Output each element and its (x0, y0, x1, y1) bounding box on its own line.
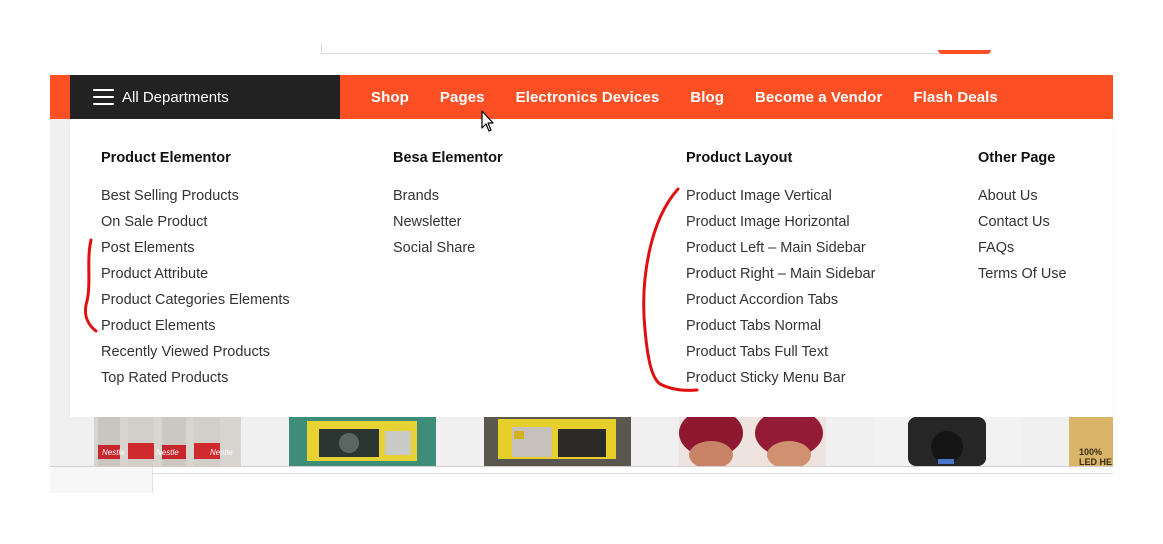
menu-link-brands[interactable]: Brands (393, 183, 503, 209)
column-title: Other Page (978, 150, 1056, 166)
main-menu: Shop Pages Electronics Devices Blog Beco… (340, 75, 998, 119)
menu-link-terms-of-use[interactable]: Terms Of Use (978, 261, 1067, 287)
menu-link-post-elements[interactable]: Post Elements (101, 235, 290, 261)
menu-item-blog[interactable]: Blog (690, 89, 724, 106)
product-thumbnail-generator-2[interactable] (484, 417, 631, 466)
hamburger-menu-icon (93, 89, 114, 105)
menu-link-best-selling-products[interactable]: Best Selling Products (101, 183, 290, 209)
menu-item-shop[interactable]: Shop (371, 89, 409, 106)
mega-column-besa-elementor: Besa Elementor Brands Newsletter Social … (393, 150, 503, 261)
bottle-label-text: Nestle (210, 448, 233, 457)
mega-column-product-layout: Product Layout Product Image Vertical Pr… (686, 150, 875, 391)
section-divider (50, 466, 1113, 467)
menu-link-product-right-main-sidebar[interactable]: Product Right – Main Sidebar (686, 261, 875, 287)
menu-link-contact-us[interactable]: Contact Us (978, 209, 1067, 235)
led-label-text: LED HE (1079, 457, 1112, 466)
all-departments-button[interactable]: All Departments (70, 75, 340, 119)
search-button-edge[interactable] (938, 50, 991, 54)
column-title: Besa Elementor (393, 150, 503, 166)
menu-link-newsletter[interactable]: Newsletter (393, 209, 503, 235)
menu-link-product-sticky-menu-bar[interactable]: Product Sticky Menu Bar (686, 365, 875, 391)
menu-link-product-left-main-sidebar[interactable]: Product Left – Main Sidebar (686, 235, 875, 261)
menu-link-product-attribute[interactable]: Product Attribute (101, 261, 290, 287)
bottle-label-text: Nestle (156, 448, 179, 457)
section-divider-2 (153, 473, 1113, 474)
menu-link-product-image-vertical[interactable]: Product Image Vertical (686, 183, 875, 209)
menu-link-product-tabs-full-text[interactable]: Product Tabs Full Text (686, 339, 875, 365)
mega-column-other-page: Other Page About Us Contact Us FAQs Term… (978, 150, 1067, 287)
menu-link-social-share[interactable]: Social Share (393, 235, 503, 261)
mega-column-product-elementor: Product Elementor Best Selling Products … (101, 150, 290, 391)
menu-link-top-rated-products[interactable]: Top Rated Products (101, 365, 290, 391)
menu-link-about-us[interactable]: About Us (978, 183, 1067, 209)
product-thumbnail-led-light[interactable]: 100% LED HE (1069, 417, 1113, 466)
page-side-background (50, 75, 70, 467)
column-title: Product Elementor (101, 150, 231, 166)
menu-link-product-elements[interactable]: Product Elements (101, 313, 290, 339)
menu-link-recently-viewed-products[interactable]: Recently Viewed Products (101, 339, 290, 365)
product-image-strip: Nestle Nestle Nestle 100% LED HE (70, 417, 1113, 466)
menu-link-product-tabs-normal[interactable]: Product Tabs Normal (686, 313, 875, 339)
menu-link-product-accordion-tabs[interactable]: Product Accordion Tabs (686, 287, 875, 313)
product-thumbnail-generator[interactable] (289, 417, 436, 466)
menu-link-faqs[interactable]: FAQs (978, 235, 1067, 261)
menu-link-on-sale-product[interactable]: On Sale Product (101, 209, 290, 235)
menu-item-become-a-vendor[interactable]: Become a Vendor (755, 89, 882, 106)
menu-item-pages[interactable]: Pages (440, 89, 485, 106)
column-title: Product Layout (686, 150, 793, 166)
product-thumbnail-bottles[interactable]: Nestle Nestle Nestle (94, 417, 241, 466)
product-thumbnail-wigs[interactable] (679, 417, 826, 466)
menu-link-product-categories-elements[interactable]: Product Categories Elements (101, 287, 290, 313)
mouse-pointer-icon (481, 110, 494, 132)
menu-link-product-image-horizontal[interactable]: Product Image Horizontal (686, 209, 875, 235)
led-label-text: 100% (1079, 447, 1102, 457)
bottom-left-box (50, 467, 153, 493)
search-bar-bottom-edge (321, 53, 938, 54)
all-departments-label: All Departments (122, 88, 229, 106)
product-thumbnail-speaker[interactable] (874, 417, 1021, 466)
mega-menu-dropdown: Product Elementor Best Selling Products … (70, 119, 1113, 417)
menu-item-flash-deals[interactable]: Flash Deals (913, 89, 997, 106)
bottle-label-text: Nestle (102, 448, 125, 457)
menu-item-electronics-devices[interactable]: Electronics Devices (516, 89, 660, 106)
